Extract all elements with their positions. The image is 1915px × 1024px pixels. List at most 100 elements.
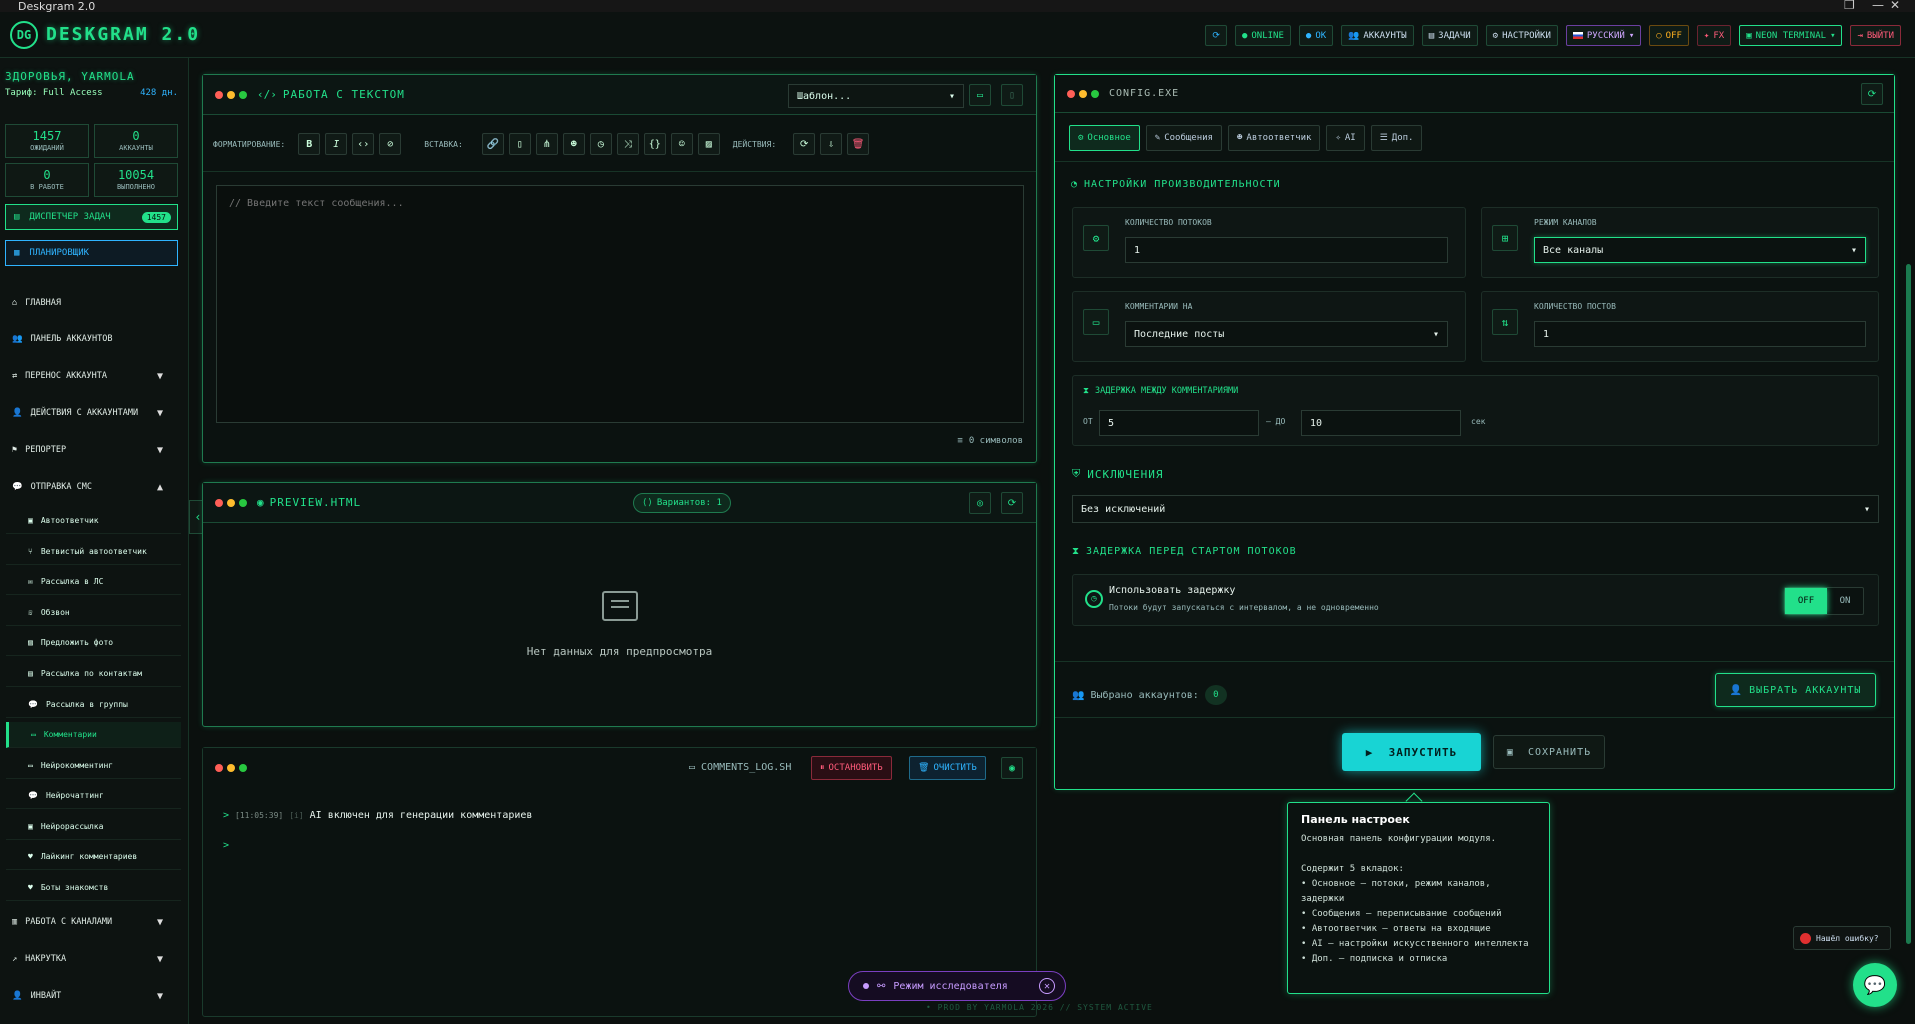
- tab-main[interactable]: ⚙ Основное: [1069, 125, 1140, 151]
- home-icon: ⌂: [12, 298, 18, 308]
- sidebar: ЗДОРОВЬЯ, YARMOLA Тариф: Full Access 428…: [0, 58, 189, 1024]
- sub-dm-mailing[interactable]: ✉ Рассылка в ЛС: [6, 569, 181, 595]
- channel-mode-select[interactable]: Все каналы ▾: [1534, 237, 1866, 263]
- theme-select[interactable]: ▣ NEON TERMINAL ▾: [1739, 25, 1843, 46]
- spoiler-button[interactable]: ⊘: [379, 133, 402, 155]
- tab-messages[interactable]: ✎ Сообщения: [1145, 125, 1222, 151]
- save-text-button[interactable]: ⇩: [820, 133, 843, 155]
- restore-icon[interactable]: ❐: [1844, 0, 1855, 12]
- palette-button[interactable]: ◎: [969, 492, 991, 514]
- italic-button[interactable]: I: [325, 133, 348, 155]
- sub-contacts-mailing[interactable]: ▤ Рассылка по контактам: [6, 661, 181, 687]
- minimize-icon[interactable]: —: [1872, 0, 1884, 12]
- use-delay-card: ◷ Использовать задержку Потоки будут зап…: [1072, 574, 1879, 626]
- tab-autoresponder[interactable]: ☻ Автоответчик: [1227, 125, 1321, 151]
- research-mode-pill[interactable]: ⚯ Режим исследователя ✕: [848, 971, 1066, 1001]
- nav-boosting[interactable]: ↗ НАКРУТКА ▼: [0, 946, 189, 972]
- log-input-prompt[interactable]: >: [223, 840, 229, 851]
- sub-calling[interactable]: ☏ Обзвон: [6, 600, 181, 626]
- insert-share-button[interactable]: ⋔: [535, 133, 558, 155]
- toggle-on-option[interactable]: ON: [1827, 588, 1863, 614]
- refresh-preview-button[interactable]: ⟳: [1001, 492, 1023, 514]
- ok-status-button[interactable]: ● OK: [1298, 25, 1334, 46]
- delete-text-button[interactable]: 🗑: [847, 133, 870, 155]
- bookmark-button[interactable]: ▯: [1001, 84, 1023, 106]
- tab-ai[interactable]: ✧ AI: [1326, 125, 1365, 151]
- task-dispatcher-button[interactable]: ▤ ДИСПЕТЧЕР ЗАДАЧ 1457: [5, 204, 178, 230]
- delay-from-input[interactable]: 5: [1099, 410, 1259, 436]
- sub-neurocommenting[interactable]: ▭ Нейрокомментинг: [6, 753, 181, 779]
- chat-button[interactable]: 💬: [1853, 963, 1897, 1007]
- sub-dating-bots[interactable]: ♥ Боты знакомств: [6, 875, 181, 901]
- choose-accounts-button[interactable]: 👤 ВЫБРАТЬ АККАУНТЫ: [1715, 673, 1876, 707]
- tab-label: Основное: [1087, 133, 1131, 143]
- close-research-mode-button[interactable]: ✕: [1039, 978, 1055, 994]
- nav-reporter[interactable]: ⚑ РЕПОРТЕР ▼: [0, 437, 189, 463]
- online-status-button[interactable]: ● ONLINE: [1234, 25, 1291, 46]
- tab-extra[interactable]: ☰ Доп.: [1370, 125, 1423, 151]
- save-label: СОХРАНИТЬ: [1527, 746, 1592, 758]
- insert-emoji-button[interactable]: ☺: [670, 133, 693, 155]
- nav-accounts-panel[interactable]: 👥 ПАНЕЛЬ АККАУНТОВ: [0, 326, 189, 352]
- delay-to-input[interactable]: 10: [1301, 410, 1461, 436]
- nav-account-actions[interactable]: 👤 ДЕЙСТВИЯ С АККАУНТАМИ ▼: [0, 400, 189, 426]
- nav-send-sms[interactable]: 💬 ОТПРАВКА СМС ▲: [0, 474, 189, 500]
- stop-button[interactable]: ⏸ ОСТАНОВИТЬ: [811, 756, 892, 780]
- toggle-off-option[interactable]: OFF: [1785, 588, 1827, 614]
- start-delay-section-title: ⧗ ЗАДЕРЖКА ПЕРЕД СТАРТОМ ПОТОКОВ: [1072, 546, 1297, 557]
- settings-button[interactable]: ⚙ НАСТРОЙКИ: [1485, 25, 1558, 46]
- sub-comment-liking[interactable]: ♥ Лайкинг комментариев: [6, 844, 181, 870]
- save-button[interactable]: ▣ СОХРАНИТЬ: [1493, 735, 1605, 769]
- off-toggle-button[interactable]: ○ OFF: [1649, 25, 1689, 46]
- sub-neurochatting[interactable]: 💬 Нейрочаттинг: [6, 783, 181, 809]
- sub-label: Предложить фото: [40, 638, 114, 647]
- posts-count-input[interactable]: 1: [1534, 321, 1866, 347]
- template-select[interactable]: Шаблон... ▾: [788, 84, 964, 108]
- eye-icon: ◉: [257, 496, 264, 509]
- insert-random-button[interactable]: ⤨: [616, 133, 639, 155]
- tasks-button[interactable]: ▤ ЗАДАЧИ: [1421, 25, 1478, 46]
- accounts-button[interactable]: 👥 АККАУНТЫ: [1341, 25, 1414, 46]
- message-textarea[interactable]: [216, 185, 1024, 423]
- fx-button[interactable]: ✦ FX: [1696, 25, 1732, 46]
- insert-link-button[interactable]: 🔗: [481, 133, 504, 155]
- insert-ai-button[interactable]: ☻: [562, 133, 585, 155]
- bold-button[interactable]: B: [298, 133, 321, 155]
- sub-autoresponder[interactable]: ▣ Автоответчик: [6, 508, 181, 534]
- insert-file-button[interactable]: ▯: [508, 133, 531, 155]
- bug-report-button[interactable]: Нашёл ошибку?: [1793, 926, 1891, 950]
- toggle-log-visibility-button[interactable]: ◉: [1001, 757, 1023, 779]
- scrollbar[interactable]: [1906, 264, 1911, 944]
- nav-invite[interactable]: 👤 ИНВАЙТ ▼: [0, 983, 189, 1009]
- folder-button[interactable]: ▭: [969, 84, 991, 106]
- sub-groups-mailing[interactable]: 💬 Рассылка в группы: [6, 692, 181, 718]
- sub-branching-autoresponder[interactable]: ⑂ Ветвистый автоответчик: [6, 539, 181, 565]
- nav-home[interactable]: ⌂ ГЛАВНАЯ: [0, 290, 189, 316]
- insert-variable-button[interactable]: {}: [643, 133, 666, 155]
- cpu-icon: ⚙: [1083, 225, 1109, 251]
- exit-button[interactable]: ⇥ ВЫЙТИ: [1850, 25, 1901, 46]
- shuffle-icon: ⤨: [623, 138, 632, 150]
- variants-badge[interactable]: ⟨⟩ Вариантов: 1: [633, 493, 731, 513]
- insert-image-button[interactable]: ▨: [697, 133, 720, 155]
- refresh-text-button[interactable]: ⟳: [793, 133, 816, 155]
- planner-button[interactable]: ▦ ПЛАНИРОВЩИК: [5, 240, 178, 266]
- clear-log-button[interactable]: 🗑 ОЧИСТИТЬ: [909, 756, 986, 780]
- threads-input[interactable]: 1: [1125, 237, 1448, 263]
- sub-neuromailing[interactable]: ▣ Нейрорассылка: [6, 814, 181, 840]
- use-delay-toggle[interactable]: OFF ON: [1784, 587, 1864, 615]
- insert-time-button[interactable]: ◷: [589, 133, 612, 155]
- sub-suggest-photo[interactable]: ▨ Предложить фото: [6, 630, 181, 656]
- nav-account-transfer[interactable]: ⇄ ПЕРЕНОС АККАУНТА ▼: [0, 363, 189, 389]
- sub-comments[interactable]: ▭ Комментарии: [6, 722, 181, 748]
- refresh-button[interactable]: ⟳: [1205, 25, 1227, 46]
- launch-button[interactable]: ▶ ЗАПУСТИТЬ: [1342, 733, 1481, 771]
- exclusions-select[interactable]: Без исключений ▾: [1072, 495, 1879, 523]
- comments-on-select[interactable]: Последние посты ▾: [1125, 321, 1448, 347]
- close-icon[interactable]: ✕: [1890, 0, 1900, 12]
- code-button[interactable]: ‹›: [352, 133, 375, 155]
- nav-channels[interactable]: ▥ РАБОТА С КАНАЛАМИ ▼: [0, 909, 189, 935]
- refresh-config-button[interactable]: ⟳: [1861, 83, 1883, 105]
- language-select[interactable]: РУССКИЙ ▾: [1565, 25, 1642, 46]
- use-delay-description: Потоки будут запускаться с интервалом, а…: [1109, 603, 1379, 612]
